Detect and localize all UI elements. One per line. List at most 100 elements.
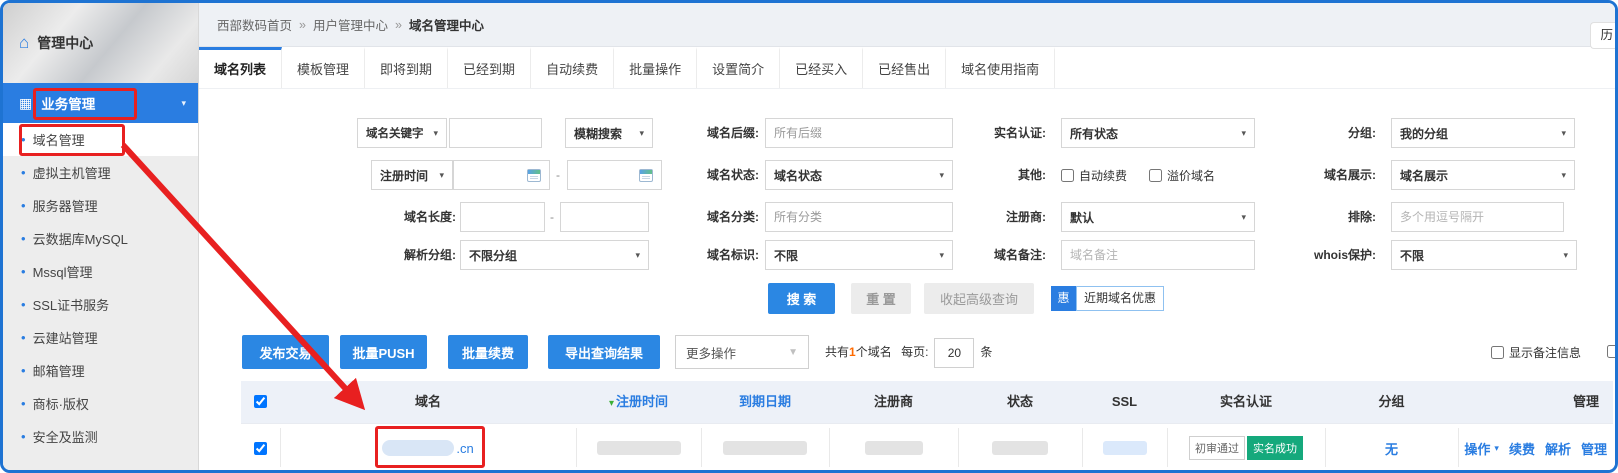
redacted-blur <box>1103 441 1147 455</box>
chevron-down-icon: ▾ <box>1561 170 1566 181</box>
col-ssl: SSL <box>1082 381 1167 423</box>
chevron-down-icon: ▾ <box>433 128 438 139</box>
chevron-down-icon: ▾ <box>439 170 444 181</box>
fuzzy-search-select[interactable]: 模糊搜索 ▾ <box>565 118 653 148</box>
auto-renew-checkbox[interactable] <box>1061 169 1074 182</box>
tab-expired[interactable]: 已经到期 <box>448 47 531 88</box>
exclude-label: 排除: <box>1331 202 1376 232</box>
export-results-button[interactable]: 导出查询结果 <box>548 335 660 369</box>
exclude-input[interactable] <box>1391 202 1564 232</box>
col-expire-date[interactable]: 到期日期 <box>701 381 829 423</box>
per-page-input[interactable]: 20 <box>934 338 974 368</box>
publish-trade-button[interactable]: 发布交易 <box>242 335 329 369</box>
collapse-advanced-button[interactable]: 收起高级查询 <box>924 283 1034 314</box>
status-label: 域名状态: <box>683 160 759 190</box>
more-actions-select[interactable]: 更多操作 ▼ <box>675 335 809 369</box>
premium-domain-checkbox[interactable] <box>1149 169 1162 182</box>
dns-link[interactable]: 解析 <box>1545 439 1571 458</box>
registrar-select[interactable]: 默认 ▾ <box>1061 202 1255 232</box>
breadcrumb-user-center[interactable]: 用户管理中心 <box>313 15 388 34</box>
promo-link[interactable]: 惠 近期域名优惠 <box>1051 286 1164 311</box>
select-all-checkbox[interactable] <box>254 395 267 408</box>
search-button[interactable]: 搜 索 <box>768 283 835 314</box>
sidebar-group-business[interactable]: ▦ 业务管理 ▾ <box>3 83 198 123</box>
batch-push-button[interactable]: 批量PUSH <box>340 335 427 369</box>
sidebar-item-mssql[interactable]: • Mssql管理 <box>3 255 198 288</box>
sidebar-item-mail[interactable]: • 邮箱管理 <box>3 354 198 387</box>
display-select[interactable]: 域名展示 ▾ <box>1391 160 1575 190</box>
length-min-input[interactable] <box>460 202 545 232</box>
group-cell[interactable]: 无 <box>1325 424 1458 472</box>
range-dash: - <box>547 202 557 232</box>
realname-cell: 初审通过 实名成功 <box>1167 424 1325 472</box>
date-to-input[interactable] <box>567 160 662 190</box>
tab-expiring[interactable]: 即将到期 <box>365 47 448 88</box>
whois-select[interactable]: 不限 ▾ <box>1391 240 1577 270</box>
calendar-icon[interactable] <box>527 169 541 182</box>
calendar-icon[interactable] <box>639 169 653 182</box>
col-manage: 管理 <box>1458 381 1613 423</box>
sidebar-item-sitebuilder[interactable]: • 云建站管理 <box>3 321 198 354</box>
breadcrumb-home[interactable]: 西部数码首页 <box>217 15 292 34</box>
col-status: 状态 <box>958 381 1082 423</box>
action-dropdown[interactable]: 操作 <box>1464 439 1490 458</box>
col-reg-date[interactable]: ▾注册时间 <box>576 381 701 423</box>
time-type-select[interactable]: 注册时间 ▾ <box>371 160 453 190</box>
sidebar-item-ssl[interactable]: • SSL证书服务 <box>3 288 198 321</box>
review-badge: 初审通过 <box>1189 436 1245 460</box>
sidebar-item-domain[interactable]: • 域名管理 <box>3 123 198 156</box>
category-input[interactable] <box>765 202 953 232</box>
group-select[interactable]: 我的分组 ▾ <box>1391 118 1575 148</box>
sidebar-item-security[interactable]: • 安全及监测 <box>3 420 198 453</box>
row-checkbox[interactable] <box>254 442 267 455</box>
tab-profile-setting[interactable]: 设置简介 <box>697 47 780 88</box>
show-remark-option[interactable]: 显示备注信息 <box>1491 335 1581 369</box>
length-max-input[interactable] <box>560 202 649 232</box>
tab-domain-list[interactable]: 域名列表 <box>199 47 282 88</box>
sidebar-item-label: SSL证书服务 <box>33 295 110 314</box>
chevron-down-icon: ▾ <box>1494 443 1499 454</box>
tab-sold[interactable]: 已经售出 <box>863 47 946 88</box>
sidebar: ⌂ 管理中心 ▦ 业务管理 ▾ • 域名管理 • 虚拟主机管理 • 服务器管理 … <box>3 3 199 470</box>
tag-label: 域名标识: <box>692 240 759 270</box>
registrar-label: 注册商: <box>994 202 1046 232</box>
chevron-down-icon: ▾ <box>939 250 944 261</box>
remark-input[interactable] <box>1061 240 1255 270</box>
realname-select[interactable]: 所有状态 ▾ <box>1061 118 1255 148</box>
chevron-down-icon: ▾ <box>181 98 186 109</box>
redacted-blur <box>723 441 807 455</box>
tab-bought[interactable]: 已经买入 <box>780 47 863 88</box>
tag-select[interactable]: 不限 ▾ <box>765 240 953 270</box>
bullet-icon: • <box>21 396 26 411</box>
renew-link[interactable]: 续费 <box>1509 439 1535 458</box>
batch-renew-button[interactable]: 批量续费 <box>448 335 528 369</box>
manage-link[interactable]: 管理 <box>1581 439 1607 458</box>
keyword-input[interactable] <box>449 118 542 148</box>
auto-renew-option[interactable]: 自动续费 <box>1061 167 1127 184</box>
sidebar-item-vhost[interactable]: • 虚拟主机管理 <box>3 156 198 189</box>
sidebar-item-trademark[interactable]: • 商标·版权 <box>3 387 198 420</box>
status-select[interactable]: 域名状态 ▾ <box>765 160 953 190</box>
keyword-type-select[interactable]: 域名关键字 ▾ <box>357 118 447 148</box>
tab-template[interactable]: 模板管理 <box>282 47 365 88</box>
suffix-input[interactable] <box>765 118 953 148</box>
tab-auto-renew[interactable]: 自动续费 <box>531 47 614 88</box>
date-from-input[interactable] <box>453 160 550 190</box>
sidebar-header: ⌂ 管理中心 <box>3 3 198 83</box>
col-registrar: 注册商 <box>829 381 958 423</box>
tab-guide[interactable]: 域名使用指南 <box>946 47 1055 88</box>
history-corner-tab[interactable]: 历 <box>1590 22 1615 49</box>
clipped-edge-checkbox[interactable] <box>1607 345 1618 358</box>
premium-domain-option[interactable]: 溢价域名 <box>1149 167 1215 184</box>
reset-button[interactable]: 重 置 <box>851 283 911 314</box>
tab-batch-ops[interactable]: 批量操作 <box>614 47 697 88</box>
sidebar-item-server[interactable]: • 服务器管理 <box>3 189 198 222</box>
chevron-down-icon: ▾ <box>635 250 640 261</box>
manage-cell: 操作 ▾ 续费 解析 管理 <box>1458 424 1613 472</box>
sidebar-item-mysql[interactable]: • 云数据库MySQL <box>3 222 198 255</box>
domain-cell[interactable]: .cn <box>280 424 576 472</box>
show-remark-checkbox[interactable] <box>1491 346 1504 359</box>
tab-bar: 域名列表 模板管理 即将到期 已经到期 自动续费 批量操作 设置简介 已经买入 … <box>199 47 1615 89</box>
table-header: 域名 ▾注册时间 到期日期 注册商 状态 SSL 实名认证 分组 管理 <box>241 381 1613 423</box>
dns-group-select[interactable]: 不限分组 ▾ <box>460 240 649 270</box>
